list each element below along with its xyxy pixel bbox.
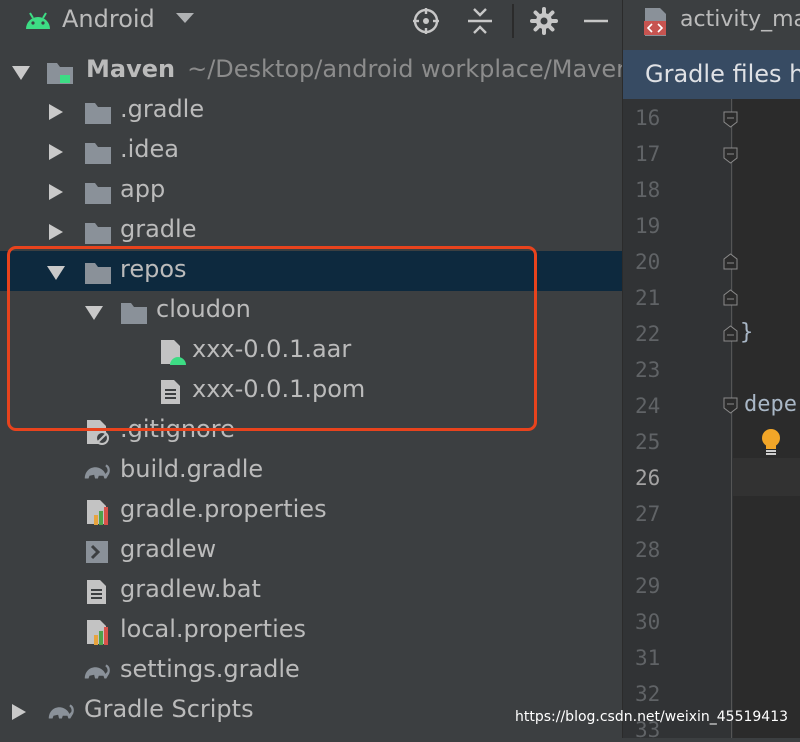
line-number: 18 bbox=[635, 178, 661, 202]
lightbulb-icon[interactable] bbox=[760, 428, 782, 458]
minimize-icon[interactable] bbox=[582, 7, 610, 35]
line-number: 31 bbox=[635, 646, 661, 670]
locate-target-icon[interactable] bbox=[412, 7, 440, 35]
expand-arrow-icon[interactable] bbox=[49, 104, 63, 120]
tree-item-gradle[interactable]: gradle bbox=[0, 211, 622, 251]
tree-item-gradle-dir[interactable]: .gradle bbox=[0, 91, 622, 131]
project-root-path: ~/Desktop/android workplace/Maven bbox=[187, 55, 632, 83]
fold-end-icon[interactable] bbox=[723, 325, 738, 342]
tree-item-label: build.gradle bbox=[120, 455, 264, 483]
toolbar-separator bbox=[512, 4, 514, 38]
gear-icon[interactable] bbox=[530, 7, 558, 35]
tree-item-label: .idea bbox=[120, 135, 180, 163]
tree-item-label: .gradle bbox=[120, 95, 205, 123]
expand-arrow-icon[interactable] bbox=[49, 144, 63, 160]
tree-item-gradlew-bat[interactable]: gradlew.bat bbox=[0, 571, 622, 611]
project-panel: Android Maven ~/Desktop/android workplac… bbox=[0, 0, 631, 738]
watermark: https://blog.csdn.net/weixin_45519413 bbox=[515, 709, 789, 725]
tab-activity-main[interactable]: activity_mai bbox=[680, 7, 800, 32]
view-selector[interactable]: Android bbox=[62, 5, 155, 33]
expand-arrow-icon[interactable] bbox=[12, 66, 30, 80]
gradle-icon bbox=[84, 664, 110, 679]
line-number: 19 bbox=[635, 214, 661, 238]
module-folder-icon bbox=[47, 63, 73, 84]
line-number: 23 bbox=[635, 358, 661, 382]
tree-item-label: app bbox=[120, 175, 166, 203]
tree-item-settings-gradle[interactable]: settings.gradle bbox=[0, 651, 622, 691]
tree-root-maven[interactable]: Maven ~/Desktop/android workplace/Maven bbox=[0, 51, 631, 91]
fold-end-icon[interactable] bbox=[723, 253, 738, 270]
line-number-current: 26 bbox=[635, 466, 661, 490]
line-number: 29 bbox=[635, 574, 661, 598]
tree-item-label: local.properties bbox=[120, 615, 307, 643]
current-line-highlight bbox=[733, 458, 800, 496]
android-icon bbox=[26, 12, 50, 29]
fold-icon[interactable] bbox=[723, 147, 738, 164]
project-root-label: Maven ~/Desktop/android workplace/Maven bbox=[86, 55, 632, 83]
code-brace[interactable]: } bbox=[740, 320, 753, 345]
editor-tab-bar: activity_mai bbox=[623, 0, 800, 50]
code-dependencies[interactable]: depe bbox=[744, 392, 797, 417]
folder-icon bbox=[85, 103, 111, 124]
gradle-icon bbox=[84, 464, 110, 479]
script-file-icon bbox=[86, 541, 108, 563]
tree-item-label: gradle.properties bbox=[120, 495, 327, 523]
fold-icon[interactable] bbox=[723, 111, 738, 128]
gradle-sync-banner: Gradle files h bbox=[623, 50, 800, 99]
tree-item-label: gradle bbox=[120, 215, 197, 243]
collapse-all-icon[interactable] bbox=[466, 7, 494, 35]
tree-item-build-gradle[interactable]: build.gradle bbox=[0, 451, 622, 491]
tree-item-local-properties[interactable]: local.properties bbox=[0, 611, 622, 651]
editor-pane: activity_mai Gradle files h 16 17 18 19 … bbox=[623, 0, 800, 742]
properties-file-icon bbox=[87, 620, 108, 645]
tree-item-label: gradlew bbox=[120, 535, 217, 563]
folder-icon bbox=[85, 223, 111, 244]
tree-item-label: settings.gradle bbox=[120, 655, 300, 683]
line-number: 21 bbox=[635, 286, 661, 310]
tree-item-app[interactable]: app bbox=[0, 171, 622, 211]
project-toolbar: Android bbox=[0, 0, 622, 42]
line-number: 32 bbox=[635, 682, 661, 706]
line-number: 17 bbox=[635, 142, 661, 166]
chevron-down-icon[interactable] bbox=[176, 13, 194, 23]
expand-arrow-icon[interactable] bbox=[12, 704, 26, 720]
folder-icon bbox=[85, 143, 111, 164]
line-gutter: 16 17 18 19 20 21 22 23 24 25 26 27 28 2… bbox=[623, 99, 733, 742]
fold-end-icon[interactable] bbox=[723, 289, 738, 306]
tree-item-label: gradlew.bat bbox=[120, 575, 261, 603]
line-number: 16 bbox=[635, 106, 661, 130]
highlight-box bbox=[7, 246, 537, 431]
line-number: 20 bbox=[635, 250, 661, 274]
line-number: 27 bbox=[635, 502, 661, 526]
banner-text: Gradle files h bbox=[645, 60, 800, 88]
tree-item-gradle-properties[interactable]: gradle.properties bbox=[0, 491, 622, 531]
line-number: 28 bbox=[635, 538, 661, 562]
line-number: 24 bbox=[635, 394, 661, 418]
tree-item-idea[interactable]: .idea bbox=[0, 131, 622, 171]
folder-icon bbox=[85, 183, 111, 204]
line-number: 30 bbox=[635, 610, 661, 634]
fold-guide bbox=[731, 99, 732, 738]
fold-icon[interactable] bbox=[723, 397, 738, 414]
tree-item-label: Gradle Scripts bbox=[84, 695, 254, 723]
text-file-icon bbox=[87, 580, 106, 604]
properties-file-icon bbox=[87, 500, 108, 525]
tree-item-gradlew[interactable]: gradlew bbox=[0, 531, 622, 571]
expand-arrow-icon[interactable] bbox=[49, 224, 63, 240]
line-number: 22 bbox=[635, 322, 661, 346]
layout-file-icon[interactable] bbox=[642, 7, 670, 37]
line-number: 25 bbox=[635, 430, 661, 454]
gradle-icon bbox=[48, 704, 74, 719]
expand-arrow-icon[interactable] bbox=[49, 184, 63, 200]
